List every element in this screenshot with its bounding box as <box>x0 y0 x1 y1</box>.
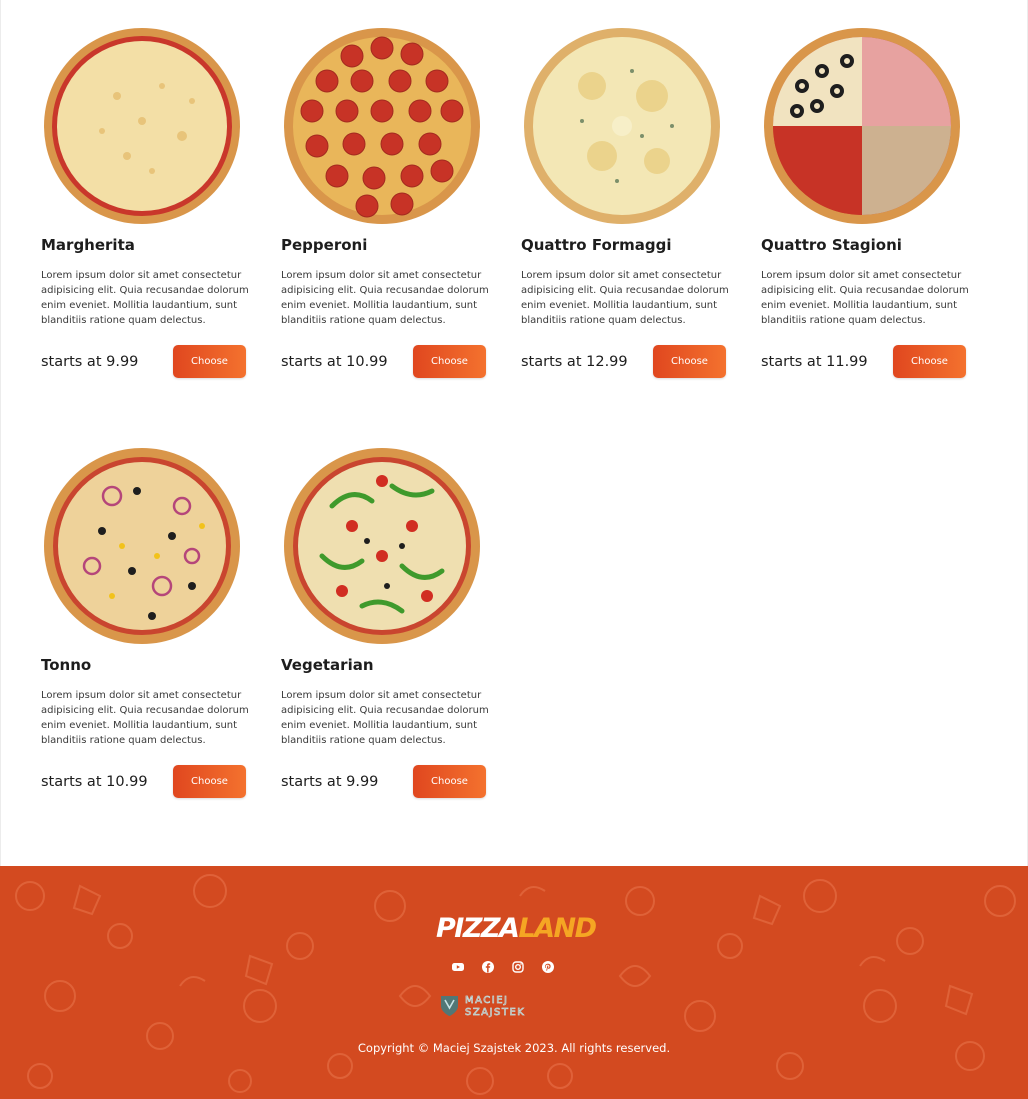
pizza-image-margherita <box>44 28 240 224</box>
pizza-price: starts at 12.99 <box>521 354 628 370</box>
pizza-description: Lorem ipsum dolor sit amet consectetur a… <box>41 270 249 326</box>
social-links <box>451 960 561 974</box>
pizza-image-vegetarian <box>284 448 480 644</box>
pizza-price: starts at 10.99 <box>281 354 388 370</box>
pizza-card-tonno: Tonno Lorem ipsum dolor sit amet consect… <box>41 446 251 798</box>
choose-button[interactable]: Choose <box>173 345 246 378</box>
pizza-price: starts at 11.99 <box>761 354 868 370</box>
logo-part-land: LAND <box>518 913 597 944</box>
choose-button[interactable]: Choose <box>653 345 726 378</box>
pizza-name: Tonno <box>41 656 92 674</box>
pizza-name: Margherita <box>41 236 135 254</box>
pizza-card-pepperoni: Pepperoni Lorem ipsum dolor sit amet con… <box>281 26 491 378</box>
pizza-name: Quattro Formaggi <box>521 236 672 254</box>
pizza-price: starts at 9.99 <box>281 774 379 790</box>
choose-button[interactable]: Choose <box>413 345 486 378</box>
pizza-description: Lorem ipsum dolor sit amet consectetur a… <box>281 270 489 326</box>
choose-button[interactable]: Choose <box>413 765 486 798</box>
pizza-image-quattro-formaggi <box>524 28 720 224</box>
pizzaland-logo[interactable]: PIZZALAND <box>436 913 597 947</box>
pinterest-icon[interactable] <box>541 960 555 974</box>
instagram-icon[interactable] <box>511 960 525 974</box>
pizza-price: starts at 9.99 <box>41 354 139 370</box>
author-logo-line1: MACIEJ <box>465 995 509 1006</box>
footer-food-pattern <box>15 874 1016 1095</box>
pizza-image-pepperoni <box>284 28 480 224</box>
author-logo-line2: SZAJSTEK <box>465 1007 525 1018</box>
pizza-name: Quattro Stagioni <box>761 236 902 254</box>
pizza-image-tonno <box>44 448 240 644</box>
pizza-card-quattro-formaggi: Quattro Formaggi Lorem ipsum dolor sit a… <box>521 26 731 378</box>
pizza-card-quattro-stagioni: Quattro Stagioni Lorem ipsum dolor sit a… <box>761 26 971 378</box>
choose-button[interactable]: Choose <box>173 765 246 798</box>
youtube-icon[interactable] <box>451 960 465 974</box>
pizza-description: Lorem ipsum dolor sit amet consectetur a… <box>41 690 249 746</box>
facebook-icon[interactable] <box>481 960 495 974</box>
pizza-card-margherita: Margherita Lorem ipsum dolor sit amet co… <box>41 26 251 378</box>
pizza-price: starts at 10.99 <box>41 774 148 790</box>
choose-button[interactable]: Choose <box>893 345 966 378</box>
logo-part-pizza: PIZZA <box>436 913 520 944</box>
pizza-card-vegetarian: Vegetarian Lorem ipsum dolor sit amet co… <box>281 446 491 798</box>
pizza-name: Pepperoni <box>281 236 368 254</box>
pizza-description: Lorem ipsum dolor sit amet consectetur a… <box>761 270 969 326</box>
pizza-image-quattro-stagioni <box>764 28 960 224</box>
pizza-name: Vegetarian <box>281 656 374 674</box>
pizza-description: Lorem ipsum dolor sit amet consectetur a… <box>281 690 489 746</box>
author-logo[interactable]: MACIEJ SZAJSTEK <box>438 993 573 1019</box>
copyright-text: Copyright © Maciej Szajstek 2023. All ri… <box>357 1041 671 1055</box>
pizza-description: Lorem ipsum dolor sit amet consectetur a… <box>521 270 729 326</box>
footer: PIZZALAND MACIEJ SZAJSTEK Copyright © Ma… <box>0 866 1028 1099</box>
